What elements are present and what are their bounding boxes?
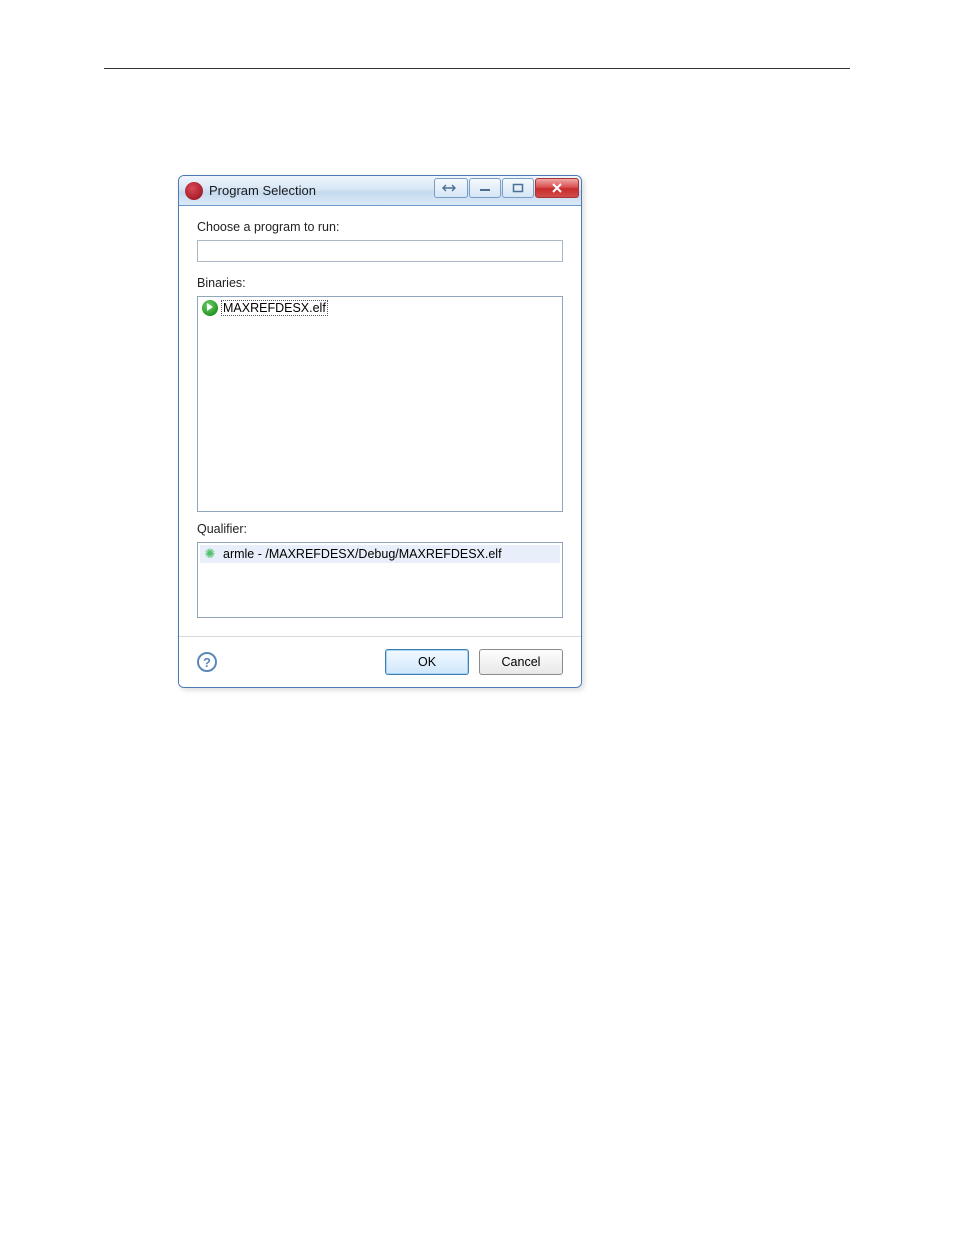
binaries-listbox[interactable]: MAXREFDESX.elf	[197, 296, 563, 512]
app-icon	[185, 182, 203, 200]
dialog-footer: ? OK Cancel	[179, 636, 581, 687]
binaries-label: Binaries:	[197, 276, 563, 290]
minimize-button[interactable]	[469, 178, 501, 198]
titlebar[interactable]: Program Selection	[179, 176, 581, 206]
qualifier-listbox[interactable]: armle - /MAXREFDESX/Debug/MAXREFDESX.elf	[197, 542, 563, 618]
ok-button[interactable]: OK	[385, 649, 469, 675]
window-controls	[434, 178, 579, 198]
program-selection-dialog: Program Selection Choose a program to ru…	[178, 175, 582, 688]
close-button[interactable]	[535, 178, 579, 198]
binary-item-label: MAXREFDESX.elf	[221, 300, 328, 316]
qualifier-item[interactable]: armle - /MAXREFDESX/Debug/MAXREFDESX.elf	[200, 545, 560, 563]
collapse-button[interactable]	[434, 178, 468, 198]
qualifier-label: Qualifier:	[197, 522, 563, 536]
collapse-icon	[442, 183, 460, 193]
window-title: Program Selection	[209, 183, 316, 198]
maximize-icon	[512, 183, 524, 193]
qualifier-item-label: armle - /MAXREFDESX/Debug/MAXREFDESX.elf	[223, 547, 502, 561]
binary-item[interactable]: MAXREFDESX.elf	[200, 299, 560, 317]
help-button[interactable]: ?	[197, 652, 217, 672]
close-icon	[551, 183, 563, 193]
help-icon: ?	[203, 655, 211, 670]
cancel-button[interactable]: Cancel	[479, 649, 563, 675]
maximize-button[interactable]	[502, 178, 534, 198]
minimize-icon	[479, 183, 491, 193]
program-filter-input[interactable]	[197, 240, 563, 262]
dialog-body: Choose a program to run: Binaries: MAXRE…	[179, 206, 581, 636]
prompt-label: Choose a program to run:	[197, 220, 563, 234]
executable-icon	[202, 300, 218, 316]
page-rule	[104, 68, 850, 69]
debug-icon	[202, 546, 218, 562]
